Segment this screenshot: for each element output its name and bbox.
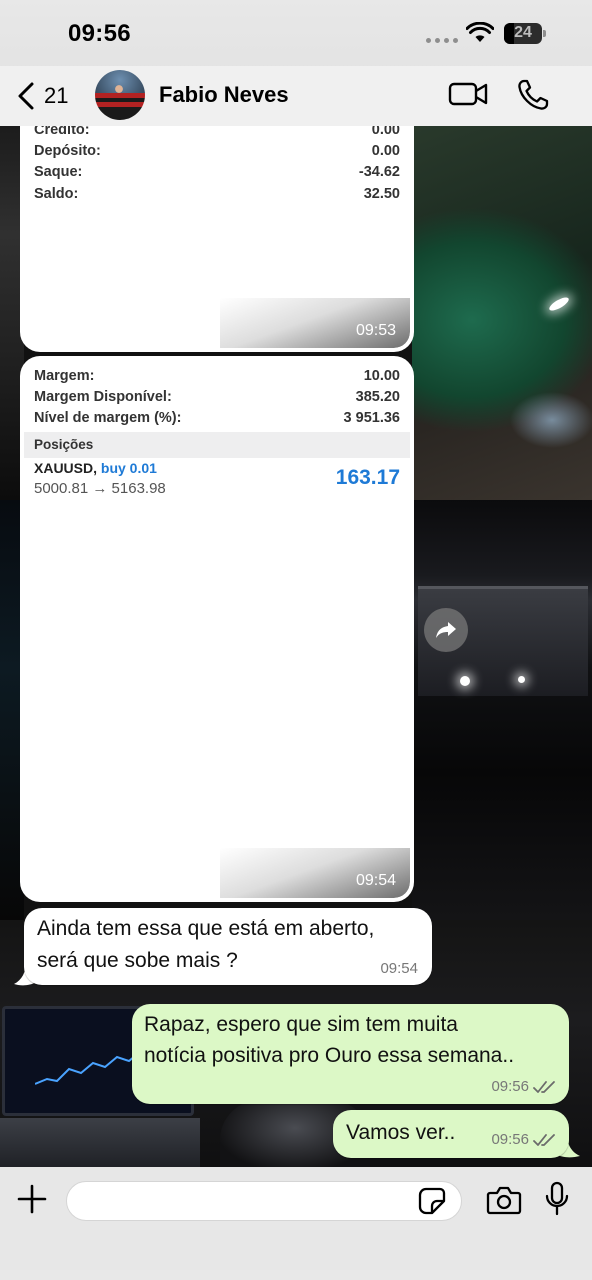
fin-label: Margem: bbox=[34, 368, 95, 384]
image-message[interactable]: Margem: 10.00 Margem Disponível: 385.20 … bbox=[20, 356, 414, 902]
fin-label: Depósito: bbox=[34, 143, 101, 159]
read-ticks-icon bbox=[533, 1081, 555, 1093]
wifi-icon bbox=[466, 22, 494, 42]
wallpaper-laptop-keys bbox=[0, 1118, 200, 1168]
position-symbol-text: XAUUSD, bbox=[34, 460, 98, 476]
incoming-message[interactable]: Ainda tem essa que está em aberto, será … bbox=[24, 908, 432, 985]
wallpaper-green-car bbox=[412, 120, 592, 500]
mic-icon[interactable] bbox=[544, 1181, 570, 1217]
position-symbol: XAUUSD, buy 0.01 bbox=[34, 460, 157, 476]
fin-row: Margem: 10.00 bbox=[34, 368, 400, 384]
fin-label: Saldo: bbox=[34, 186, 79, 202]
fin-value: 385.20 bbox=[355, 389, 400, 405]
camera-icon[interactable] bbox=[486, 1185, 522, 1215]
fin-value: 3 951.36 bbox=[343, 410, 400, 426]
chat-header-overlay: 21 Fabio Neves bbox=[0, 66, 592, 126]
message-time: 09:56 bbox=[491, 1078, 529, 1095]
unread-count: 21 bbox=[44, 83, 69, 108]
read-ticks-icon bbox=[533, 1134, 555, 1146]
wallpaper-headlight bbox=[518, 676, 525, 683]
forward-button[interactable] bbox=[424, 608, 468, 652]
outgoing-message[interactable]: Rapaz, espero que sim tem muita notícia … bbox=[132, 1004, 569, 1104]
status-bar: 09:56 24 bbox=[0, 0, 592, 66]
position-prices: 5000.81 → 5163.98 bbox=[34, 480, 166, 497]
account-screenshot-image: Crédito: 0.00 Depósito: 0.00 Saque: -34.… bbox=[24, 104, 410, 348]
sticker-icon[interactable] bbox=[418, 1187, 446, 1215]
position-profit: 163.17 bbox=[335, 466, 400, 489]
fin-label: Margem Disponível: bbox=[34, 389, 172, 405]
fin-row: Depósito: 0.00 bbox=[34, 143, 400, 159]
message-text-line: notícia positiva pro Ouro essa semana.. bbox=[144, 1044, 515, 1067]
message-text: Vamos ver.. bbox=[346, 1121, 456, 1144]
positions-section-header: Posições bbox=[24, 432, 410, 458]
forward-icon bbox=[436, 622, 456, 638]
message-composer bbox=[0, 1167, 592, 1280]
message-text-line: Ainda tem essa que está em aberto, bbox=[37, 917, 375, 940]
positions-screenshot-image: Margem: 10.00 Margem Disponível: 385.20 … bbox=[24, 360, 410, 898]
fin-row: Margem Disponível: 385.20 bbox=[34, 389, 400, 405]
message-time: 09:54 bbox=[380, 960, 418, 977]
wallpaper-headlight bbox=[460, 676, 470, 686]
fin-value: 10.00 bbox=[363, 368, 400, 384]
video-call-icon[interactable] bbox=[448, 80, 488, 108]
contact-name[interactable]: Fabio Neves bbox=[159, 82, 289, 108]
outgoing-message[interactable]: Vamos ver.. 09:56 bbox=[333, 1110, 569, 1158]
message-time: 09:54 bbox=[355, 872, 396, 889]
avatar[interactable] bbox=[95, 70, 145, 120]
wallpaper-garage bbox=[412, 500, 592, 920]
plus-icon[interactable] bbox=[16, 1183, 48, 1215]
battery-level: 24 bbox=[514, 24, 532, 41]
message-text-line: Rapaz, espero que sim tem muita bbox=[144, 1013, 458, 1036]
fin-value: 0.00 bbox=[371, 143, 400, 159]
back-button[interactable]: 21 bbox=[14, 78, 68, 114]
fin-row: Saque: -34.62 bbox=[34, 164, 400, 180]
voice-call-icon[interactable] bbox=[516, 78, 550, 112]
message-time: 09:56 bbox=[491, 1131, 529, 1148]
fin-value: -34.62 bbox=[358, 164, 400, 180]
message-input[interactable] bbox=[66, 1181, 462, 1221]
signal-icon bbox=[426, 38, 458, 43]
message-text-line: será que sobe mais ? bbox=[37, 949, 238, 972]
back-chevron-icon bbox=[18, 82, 34, 110]
fin-row: Saldo: 32.50 bbox=[34, 186, 400, 202]
fin-label: Saque: bbox=[34, 164, 83, 180]
message-time: 09:53 bbox=[355, 322, 396, 339]
fin-label: Nível de margem (%): bbox=[34, 410, 182, 426]
image-message[interactable]: Crédito: 0.00 Depósito: 0.00 Saque: -34.… bbox=[20, 100, 414, 352]
battery-icon: 24 bbox=[504, 23, 546, 44]
position-side: buy 0.01 bbox=[100, 460, 157, 476]
status-time: 09:56 bbox=[68, 20, 131, 47]
fin-row: Nível de margem (%): 3 951.36 bbox=[34, 410, 400, 426]
fin-value: 32.50 bbox=[363, 186, 400, 202]
